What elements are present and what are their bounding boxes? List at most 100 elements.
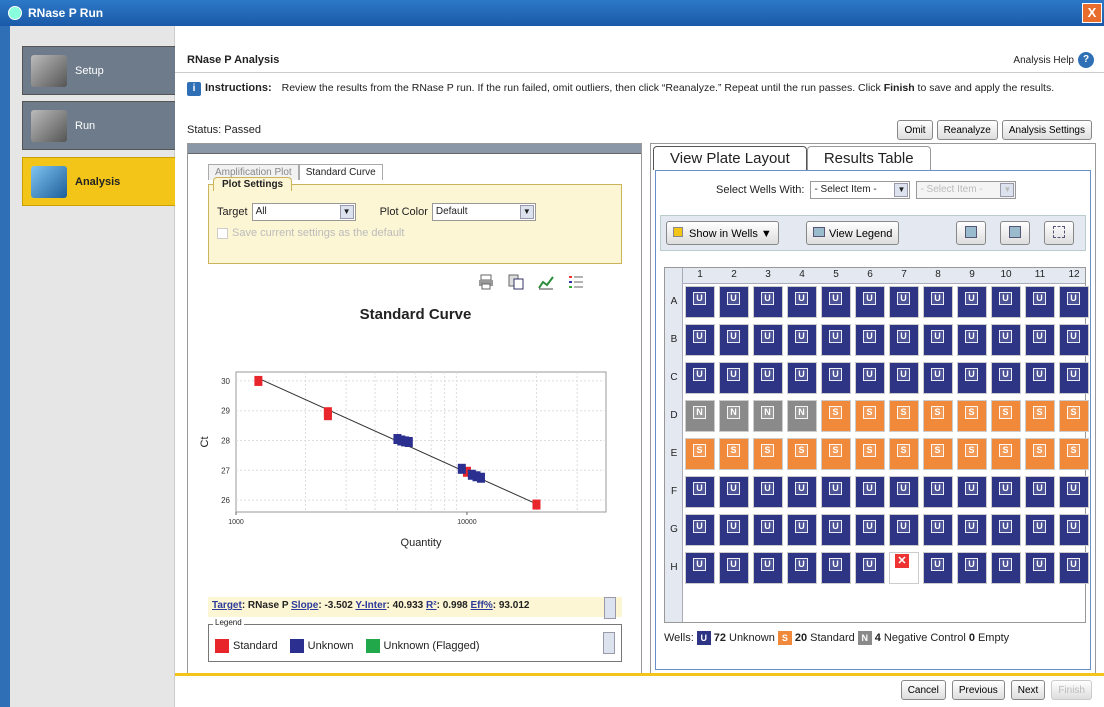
sidebar-item-run[interactable]: Run (22, 101, 178, 150)
column-header[interactable]: 10 (989, 269, 1023, 280)
select-wells-select[interactable]: - Select Item - ▼ (810, 181, 911, 199)
reanalyze-button[interactable]: Reanalyze (936, 120, 998, 140)
yinter-stat-label[interactable]: Y-Inter (355, 600, 386, 611)
column-header[interactable]: 2 (717, 269, 751, 280)
well-task-badge: U (693, 520, 706, 533)
expand-view-button[interactable] (956, 221, 986, 245)
well-task-badge: U (761, 558, 774, 571)
collapse-view-button[interactable] (1000, 221, 1030, 245)
row-header[interactable]: B (665, 334, 683, 345)
tab-view-plate-layout[interactable]: View Plate Layout (653, 146, 807, 170)
well-task-badge: U (1067, 558, 1080, 571)
column-header[interactable]: 1 (683, 269, 717, 280)
finish-button[interactable]: Finish (1051, 680, 1092, 700)
divider (175, 72, 1104, 73)
chevron-down-icon: ▼ (339, 205, 354, 219)
target-select[interactable]: All ▼ (251, 203, 356, 221)
yinter-stat-value: : 40.933 (386, 600, 427, 611)
well-task-badge: U (1067, 482, 1080, 495)
tab-standard-curve[interactable]: Standard Curve (298, 164, 383, 180)
omit-button[interactable]: Omit (897, 120, 933, 140)
next-button[interactable]: Next (1010, 680, 1046, 700)
tab-results-table[interactable]: Results Table (806, 146, 931, 170)
column-header[interactable]: 6 (853, 269, 887, 280)
legend-list-icon[interactable] (568, 274, 584, 290)
select-wells-secondary[interactable]: - Select Item - ▼ (916, 181, 1017, 199)
well-task-badge: U (727, 368, 740, 381)
standard-point (323, 410, 332, 421)
well-task-badge: U (795, 368, 808, 381)
well-task-badge: U (931, 368, 944, 381)
column-header[interactable]: 11 (1023, 269, 1057, 280)
show-in-wells-button[interactable]: Show in Wells ▼ (666, 221, 779, 245)
well-task-badge: U (999, 292, 1012, 305)
column-header[interactable]: 5 (819, 269, 853, 280)
x-axis-label: Quantity (401, 537, 442, 549)
eff-stat-value: : 93.012 (492, 600, 530, 611)
well-task-badge: U (761, 368, 774, 381)
chart-options-icon[interactable] (538, 274, 554, 290)
plot-color-select[interactable]: Default ▼ (431, 203, 536, 221)
column-header[interactable]: 12 (1057, 269, 1091, 280)
legend-scroll[interactable] (603, 632, 615, 654)
well-task-badge: U (795, 292, 808, 305)
print-icon[interactable] (478, 274, 494, 290)
row-header[interactable]: H (665, 562, 683, 573)
row-header[interactable]: A (665, 296, 683, 307)
save-default-checkbox[interactable] (217, 227, 228, 239)
standard-swatch (215, 639, 229, 653)
y-tick-label: 29 (221, 407, 230, 416)
plate-tabs: View Plate Layout Results Table (653, 146, 931, 170)
row-header[interactable]: E (665, 448, 683, 459)
column-header[interactable]: 4 (785, 269, 819, 280)
negative-well-icon: N (857, 631, 872, 645)
well-task-badge: U (999, 330, 1012, 343)
view-legend-button[interactable]: View Legend (806, 221, 900, 245)
column-header[interactable]: 7 (887, 269, 921, 280)
well-task-badge: U (1033, 520, 1046, 533)
well-task-badge: U (965, 330, 978, 343)
close-button[interactable]: X (1082, 3, 1102, 23)
well-task-badge: S (863, 406, 876, 419)
row-header[interactable]: G (665, 524, 683, 535)
legend-standard: Standard (233, 640, 278, 652)
analysis-settings-button[interactable]: Analysis Settings (1001, 120, 1092, 140)
legend-unknown: Unknown (307, 640, 354, 652)
row-header[interactable]: C (665, 372, 683, 383)
well-task-badge: U (1033, 292, 1046, 305)
target-label: Target (217, 206, 248, 218)
chevron-down-icon: ▼ (519, 205, 534, 219)
well-task-badge: N (795, 406, 808, 419)
eff-stat-label[interactable]: Eff% (471, 600, 493, 611)
copy-icon[interactable] (508, 274, 524, 290)
well-task-badge: S (1033, 406, 1046, 419)
target-stat-label[interactable]: Target (212, 600, 242, 611)
column-header[interactable]: 8 (921, 269, 955, 280)
well-task-badge: U (795, 330, 808, 343)
empty-count: 0 (968, 632, 975, 644)
r2-stat-label[interactable]: R² (426, 600, 437, 611)
well-task-badge: U (931, 558, 944, 571)
cancel-button[interactable]: Cancel (900, 680, 946, 700)
analysis-help-link[interactable]: Analysis Help ? (1013, 52, 1094, 68)
column-header[interactable]: 9 (955, 269, 989, 280)
save-default-label: Save current settings as the default (232, 227, 405, 239)
row-header[interactable]: F (665, 486, 683, 497)
slope-stat-label[interactable]: Slope (291, 600, 318, 611)
plot-color-label: Plot Color (379, 206, 428, 218)
column-header[interactable]: 3 (751, 269, 785, 280)
well-task-badge: U (897, 520, 910, 533)
well-task-badge: U (863, 482, 876, 495)
sidebar-item-analysis[interactable]: Analysis (22, 157, 178, 206)
well-task-badge: U (727, 292, 740, 305)
previous-button[interactable]: Previous (951, 680, 1005, 700)
row-header[interactable]: D (665, 410, 683, 421)
fit-view-button[interactable] (1044, 221, 1074, 245)
well-task-badge: U (693, 368, 706, 381)
well-task-badge: U (795, 558, 808, 571)
plot-panel: Amplification Plot Standard Curve Plot S… (187, 143, 642, 675)
stats-scroll[interactable] (604, 597, 616, 619)
chevron-down-icon: ▼ (894, 183, 909, 197)
sidebar-item-setup[interactable]: Setup (22, 46, 178, 95)
well-task-badge: U (727, 330, 740, 343)
